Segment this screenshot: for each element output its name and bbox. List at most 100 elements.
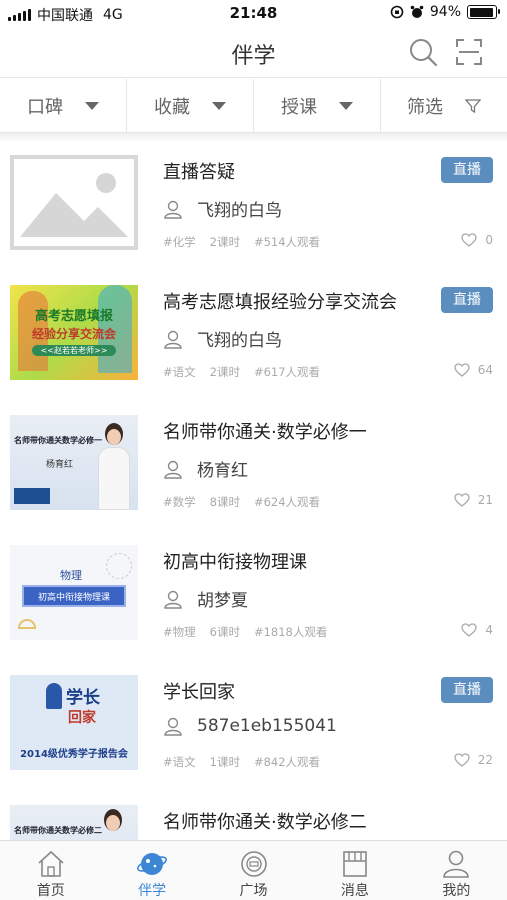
tab-label: 伴学 <box>138 883 167 899</box>
user-icon <box>164 460 182 479</box>
alarm-icon <box>410 5 424 18</box>
like-count: 64 <box>477 363 493 377</box>
tab-messages[interactable]: 消息 <box>304 841 405 900</box>
teacher-row: 胡梦夏 <box>163 586 248 611</box>
course-meta: #物理 6课时 #1818人观看 <box>163 624 327 640</box>
lesson-count: 6课时 <box>209 625 240 639</box>
nav-bar: 伴学 <box>0 28 507 78</box>
like-count: 21 <box>477 493 493 507</box>
teacher-row: 587e1eb155041 <box>163 716 337 736</box>
status-bar: 中国联通 4G 21:48 94% <box>0 0 507 28</box>
list-item[interactable]: 学长 回家 2014级优秀学子报告会 学长回家 直播 587e1eb155041… <box>0 670 507 790</box>
list-item[interactable]: 直播答疑 直播 飞翔的白鸟 #化学 2课时 #514人观看 0 <box>0 150 507 270</box>
list-item[interactable]: 名师带你通关数学必修一 杨育红 名师带你通关·数学必修一 杨育红 #数学 8课时… <box>0 410 507 530</box>
course-meta: #语文 2课时 #617人观看 <box>163 364 320 380</box>
course-meta: #化学 2课时 #514人观看 <box>163 234 320 250</box>
teacher-row: 飞翔的白鸟 <box>163 326 282 351</box>
live-badge: 直播 <box>441 677 493 703</box>
battery-percent: 94% <box>429 4 461 20</box>
teacher-row: 飞翔的白鸟 <box>163 196 282 221</box>
user-icon <box>164 717 182 736</box>
thumbnail-text: 名师带你通关数学必修一 <box>14 436 102 445</box>
thumbnail-text: 2014级优秀学子报告会 <box>20 749 128 760</box>
heart-icon <box>461 233 478 247</box>
teacher-name: 飞翔的白鸟 <box>197 201 282 221</box>
thumbnail-text: 初高中衔接物理课 <box>22 585 126 607</box>
triangle-down-icon <box>212 101 226 110</box>
tab-label: 我的 <box>442 883 471 899</box>
tab-label: 首页 <box>36 883 65 899</box>
lesson-count: 1课时 <box>209 755 240 769</box>
view-count: #1818人观看 <box>253 625 328 639</box>
filter-label: 口碑 <box>27 96 63 118</box>
home-icon <box>38 850 64 877</box>
course-thumbnail <box>10 155 138 250</box>
filter-screen[interactable]: 筛选 <box>381 79 507 132</box>
thumbnail-text: 杨育红 <box>46 460 74 470</box>
course-title: 名师带你通关·数学必修一 <box>163 422 367 443</box>
course-title: 学长回家 <box>163 682 235 703</box>
list-item[interactable]: 名师带你通关数学必修二 名师带你通关·数学必修二 <box>0 800 507 840</box>
profile-icon <box>443 850 470 878</box>
search-icon[interactable] <box>408 37 438 67</box>
course-thumbnail: 学长 回家 2014级优秀学子报告会 <box>10 675 138 770</box>
battery-icon <box>467 5 500 19</box>
list-item[interactable]: 物理 初高中衔接物理课 初高中衔接物理课 胡梦夏 #物理 6课时 #1818人观… <box>0 540 507 660</box>
thumbnail-text: 物理 <box>60 569 82 582</box>
like-counter[interactable]: 21 <box>454 493 493 507</box>
tab-bar: 首页 伴学 广场 消息 我的 <box>0 840 507 900</box>
filter-teaching[interactable]: 授课 <box>254 79 381 132</box>
teacher-name: 飞翔的白鸟 <box>197 331 282 351</box>
like-counter[interactable]: 0 <box>461 233 493 247</box>
plaza-icon <box>240 851 267 877</box>
thumbnail-text: 回家 <box>68 710 96 726</box>
like-count: 0 <box>485 233 493 247</box>
user-icon <box>164 590 182 609</box>
tab-mine[interactable]: 我的 <box>406 841 507 900</box>
like-count: 4 <box>485 623 493 637</box>
tab-label: 消息 <box>340 883 369 899</box>
filter-label: 筛选 <box>407 96 443 118</box>
course-title: 初高中衔接物理课 <box>163 552 307 573</box>
view-count: #617人观看 <box>253 365 321 379</box>
course-title: 高考志愿填报经验分享交流会 <box>163 292 397 313</box>
thumbnail-text: 经验分享交流会 <box>31 327 116 341</box>
tab-label: 广场 <box>239 883 268 899</box>
course-title: 名师带你通关·数学必修二 <box>163 812 367 833</box>
like-counter[interactable]: 64 <box>454 363 493 377</box>
live-badge: 直播 <box>441 157 493 183</box>
course-thumbnail: 名师带你通关数学必修二 <box>10 805 138 840</box>
filter-favorites[interactable]: 收藏 <box>127 79 254 132</box>
tab-plaza[interactable]: 广场 <box>203 841 304 900</box>
scan-icon[interactable] <box>455 38 483 66</box>
filter-funnel-icon <box>465 98 481 113</box>
lesson-count: 2课时 <box>209 235 240 249</box>
heart-icon <box>454 363 470 377</box>
message-icon <box>343 851 367 877</box>
tab-home[interactable]: 首页 <box>0 841 101 900</box>
filter-bar: 口碑 收藏 授课 筛选 <box>0 79 507 133</box>
subject-tag: #物理 <box>163 625 196 639</box>
thumbnail-text: <<赵若若老师>> <box>32 345 116 356</box>
user-icon <box>164 200 182 219</box>
course-meta: #数学 8课时 #624人观看 <box>163 494 320 510</box>
list-item[interactable]: 高考志愿填报 经验分享交流会 <<赵若若老师>> 高考志愿填报经验分享交流会 直… <box>0 280 507 400</box>
heart-icon <box>454 493 470 507</box>
teacher-name: 587e1eb155041 <box>197 716 337 736</box>
course-title: 直播答疑 <box>163 162 235 183</box>
live-badge: 直播 <box>441 287 493 313</box>
lesson-count: 2课时 <box>209 365 240 379</box>
view-count: #514人观看 <box>253 235 321 249</box>
like-counter[interactable]: 4 <box>461 623 493 637</box>
tab-banxue[interactable]: 伴学 <box>101 841 202 900</box>
thumbnail-text: 名师带你通关数学必修二 <box>14 826 102 835</box>
like-counter[interactable]: 22 <box>454 753 493 767</box>
heart-icon <box>461 623 478 637</box>
subject-tag: #化学 <box>163 235 196 249</box>
image-placeholder-icon <box>14 159 134 246</box>
course-meta: #语文 1课时 #842人观看 <box>163 754 320 770</box>
thumbnail-text: 高考志愿填报 <box>34 309 113 324</box>
planet-icon <box>137 853 168 875</box>
filter-reputation[interactable]: 口碑 <box>0 79 127 132</box>
view-count: #624人观看 <box>253 495 321 509</box>
